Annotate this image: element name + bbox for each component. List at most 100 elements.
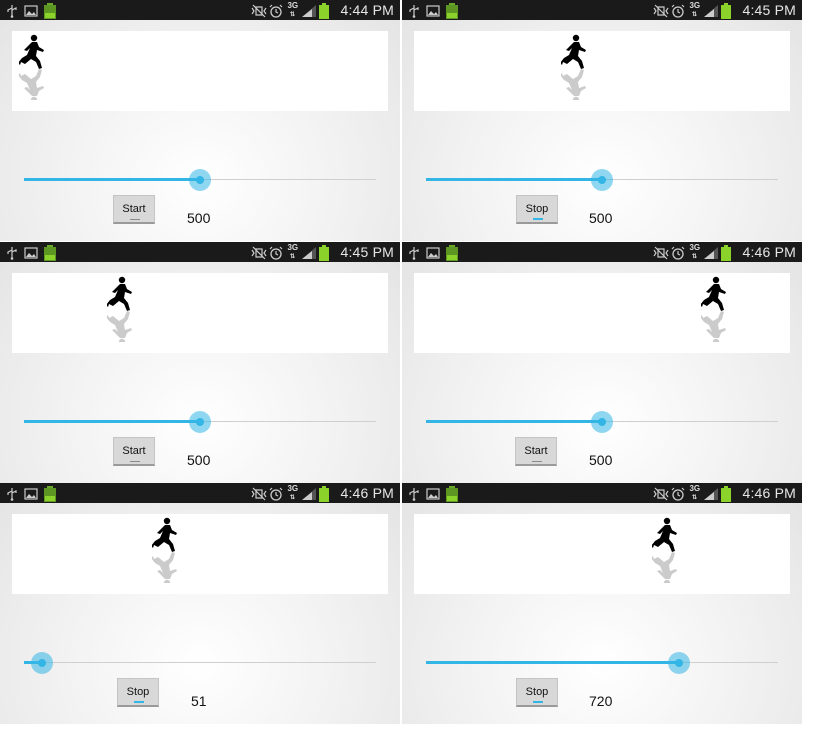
mute-vibrate-icon	[653, 486, 669, 501]
animation-panel	[414, 273, 790, 353]
animation-panel	[414, 514, 790, 594]
network-3g-icon: 3G ⇅	[689, 242, 701, 260]
slider-thumb[interactable]	[591, 169, 613, 191]
stop-button[interactable]: Stop	[516, 678, 558, 707]
status-bar: 3G ⇅ 4:46 PM	[0, 483, 400, 503]
system-icons: 3G ⇅ 4:46 PM	[251, 483, 394, 503]
speed-slider[interactable]	[426, 651, 778, 675]
status-bar: 3G ⇅ 4:46 PM	[402, 483, 802, 503]
alarm-icon	[671, 3, 685, 18]
battery-app-icon	[445, 245, 459, 261]
usb-icon	[5, 3, 19, 18]
clock-time: 4:45 PM	[340, 244, 394, 260]
start-stop-button-label: Start	[524, 445, 548, 457]
speed-slider[interactable]	[24, 168, 376, 192]
notification-icons	[407, 244, 459, 261]
usb-icon	[407, 245, 421, 260]
usb-icon	[5, 245, 19, 260]
app-screen-6: 3G ⇅ 4:46 PM Stop 720	[402, 483, 802, 724]
stop-button[interactable]: Stop	[117, 678, 159, 707]
speed-value: 500	[187, 452, 211, 468]
slider-thumb[interactable]	[189, 169, 211, 191]
alarm-icon	[671, 486, 685, 501]
speed-slider[interactable]	[426, 410, 778, 434]
usb-icon	[407, 3, 421, 18]
battery-app-icon	[445, 486, 459, 502]
signal-icon	[301, 486, 317, 500]
screenshot-grid: 3G ⇅ 4:44 PM Start 500 3G ⇅ 4:45 PM Stop…	[0, 0, 802, 724]
notification-icons	[407, 485, 459, 502]
app-screen-1: 3G ⇅ 4:44 PM Start 500	[0, 0, 400, 241]
battery-icon	[721, 3, 735, 19]
runner-image	[701, 276, 726, 342]
network-3g-icon: 3G ⇅	[287, 242, 299, 260]
mute-vibrate-icon	[653, 3, 669, 18]
battery-icon	[319, 486, 333, 502]
speed-slider[interactable]	[24, 651, 376, 675]
start-button[interactable]: Start	[113, 195, 155, 224]
notification-icons	[5, 244, 57, 261]
runner-image	[107, 276, 132, 342]
app-screen-3: 3G ⇅ 4:45 PM Start 500	[0, 242, 400, 483]
slider-fill	[426, 420, 602, 423]
app-screen-5: 3G ⇅ 4:46 PM Stop 51	[0, 483, 400, 724]
animation-panel	[12, 514, 388, 594]
usb-icon	[5, 486, 19, 501]
mute-vibrate-icon	[251, 486, 267, 501]
clock-time: 4:45 PM	[742, 2, 796, 18]
stop-button[interactable]: Stop	[516, 195, 558, 224]
slider-thumb[interactable]	[189, 411, 211, 433]
mute-vibrate-icon	[251, 3, 267, 18]
slider-fill	[24, 420, 200, 423]
picture-icon	[24, 486, 38, 500]
system-icons: 3G ⇅ 4:46 PM	[653, 242, 796, 262]
network-3g-icon: 3G ⇅	[689, 483, 701, 501]
signal-icon	[703, 3, 719, 17]
clock-time: 4:46 PM	[340, 485, 394, 501]
slider-thumb[interactable]	[668, 652, 690, 674]
runner-image	[152, 517, 177, 583]
status-bar: 3G ⇅ 4:45 PM	[402, 0, 802, 20]
animation-panel	[12, 273, 388, 353]
battery-app-icon	[43, 3, 57, 19]
mute-vibrate-icon	[653, 245, 669, 260]
speed-value: 500	[187, 210, 211, 226]
speed-value: 720	[589, 693, 613, 709]
alarm-icon	[269, 245, 283, 260]
slider-thumb[interactable]	[591, 411, 613, 433]
clock-time: 4:46 PM	[742, 485, 796, 501]
alarm-icon	[269, 486, 283, 501]
picture-icon	[24, 3, 38, 17]
battery-icon	[319, 245, 333, 261]
network-3g-icon: 3G ⇅	[287, 0, 299, 18]
notification-icons	[5, 2, 57, 19]
battery-icon	[721, 245, 735, 261]
system-icons: 3G ⇅ 4:45 PM	[251, 242, 394, 262]
slider-fill	[426, 178, 602, 181]
battery-app-icon	[43, 486, 57, 502]
app-screen-4: 3G ⇅ 4:46 PM Start 500	[402, 242, 802, 483]
alarm-icon	[671, 245, 685, 260]
start-stop-button-label: Stop	[525, 686, 549, 698]
speed-slider[interactable]	[426, 168, 778, 192]
runner-image	[19, 34, 44, 100]
slider-thumb[interactable]	[31, 652, 53, 674]
speed-value: 51	[191, 693, 207, 709]
signal-icon	[301, 3, 317, 17]
battery-icon	[721, 486, 735, 502]
start-stop-button-label: Start	[122, 203, 146, 215]
start-button[interactable]: Start	[515, 437, 557, 466]
speed-slider[interactable]	[24, 410, 376, 434]
start-stop-button-label: Start	[122, 445, 146, 457]
start-button[interactable]: Start	[113, 437, 155, 466]
picture-icon	[426, 245, 440, 259]
runner-image	[652, 517, 677, 583]
slider-fill	[426, 661, 679, 664]
signal-icon	[301, 245, 317, 259]
runner-image	[561, 34, 586, 100]
status-bar: 3G ⇅ 4:46 PM	[402, 242, 802, 262]
picture-icon	[426, 486, 440, 500]
notification-icons	[407, 2, 459, 19]
notification-icons	[5, 485, 57, 502]
picture-icon	[24, 245, 38, 259]
